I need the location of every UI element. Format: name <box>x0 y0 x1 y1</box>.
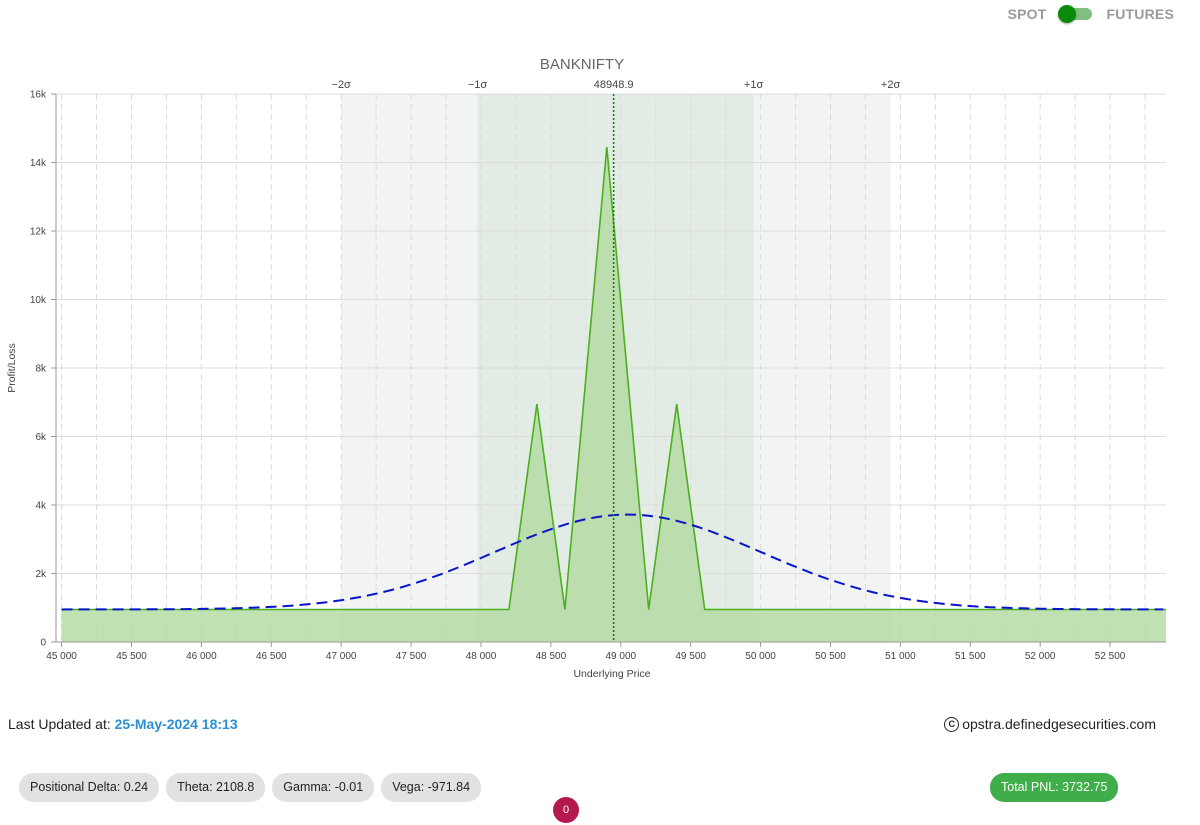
sigma-label: +2σ <box>881 79 901 91</box>
x-tick-label: 45 000 <box>46 651 77 662</box>
y-tick-label: 10k <box>30 295 47 306</box>
x-tick-label: 47 000 <box>326 651 357 662</box>
y-tick-label: 14k <box>30 158 47 169</box>
current-price-label: 48948.9 <box>594 79 634 91</box>
futures-label[interactable]: FUTURES <box>1106 6 1174 22</box>
stat-gamma: Gamma: -0.01 <box>272 773 375 802</box>
y-tick-label: 2k <box>35 569 47 580</box>
y-tick-label: 16k <box>30 90 47 101</box>
x-tick-label: 49 500 <box>675 651 706 662</box>
copyright-text[interactable]: opstra.definedgesecurities.com <box>962 716 1156 732</box>
y-tick-label: 8k <box>35 364 47 375</box>
spot-futures-toggle-row: SPOT FUTURES <box>1008 4 1174 24</box>
y-tick-label: 6k <box>35 432 47 443</box>
x-tick-label: 49 000 <box>605 651 636 662</box>
chart-title: BANKNIFTY <box>540 56 624 73</box>
copyright: C opstra.definedgesecurities.com <box>944 716 1156 732</box>
x-tick-label: 50 000 <box>745 651 776 662</box>
sigma-label: −1σ <box>468 79 488 91</box>
x-tick-label: 51 500 <box>955 651 986 662</box>
sigma-label: −2σ <box>332 79 352 91</box>
last-updated-label: Last Updated at: <box>8 716 111 732</box>
sigma-label: +1σ <box>744 79 764 91</box>
y-tick-label: 0 <box>40 638 46 649</box>
last-updated: Last Updated at: 25-May-2024 18:13 <box>8 716 238 732</box>
copyright-icon: C <box>944 716 960 732</box>
switch-knob[interactable] <box>1058 5 1077 23</box>
payoff-chart: 0 2k 4k 6k 8k 10k 12k 14k 16k 45 000 45 500 46 000 4… <box>6 56 1167 680</box>
last-updated-date: 25-May-2024 18:13 <box>114 716 238 732</box>
stat-vega: Vega: -971.84 <box>381 773 482 802</box>
x-axis-label: Underlying Price <box>573 668 650 680</box>
x-tick-label: 51 000 <box>885 651 916 662</box>
x-tick-label: 47 500 <box>396 651 427 662</box>
notification-badge[interactable]: 0 <box>553 797 579 823</box>
y-tick-label: 12k <box>30 227 47 238</box>
y-axis-label: Profit/Loss <box>6 343 18 393</box>
x-tick-label: 50 500 <box>815 651 846 662</box>
x-tick-label: 52 500 <box>1095 651 1126 662</box>
x-tick-label: 48 000 <box>466 651 497 662</box>
y-tick-label: 4k <box>35 501 47 512</box>
x-tick-label: 46 000 <box>186 651 217 662</box>
stat-delta: Positional Delta: 0.24 <box>19 773 160 802</box>
x-tick-label: 52 000 <box>1025 651 1056 662</box>
x-tick-label: 48 500 <box>536 651 567 662</box>
spot-label[interactable]: SPOT <box>1008 6 1047 22</box>
greeks-stats: Positional Delta: 0.24 Theta: 2108.8 Gam… <box>19 773 482 802</box>
x-tick-label: 45 500 <box>116 651 147 662</box>
total-pnl-badge: Total PNL: 3732.75 <box>990 773 1119 802</box>
chart-labels: 48948.9 −2σ −1σ +1σ +2σ <box>332 79 901 91</box>
x-tick-label: 46 500 <box>256 651 287 662</box>
stat-theta: Theta: 2108.8 <box>166 773 266 802</box>
spot-futures-switch[interactable] <box>1058 4 1094 24</box>
